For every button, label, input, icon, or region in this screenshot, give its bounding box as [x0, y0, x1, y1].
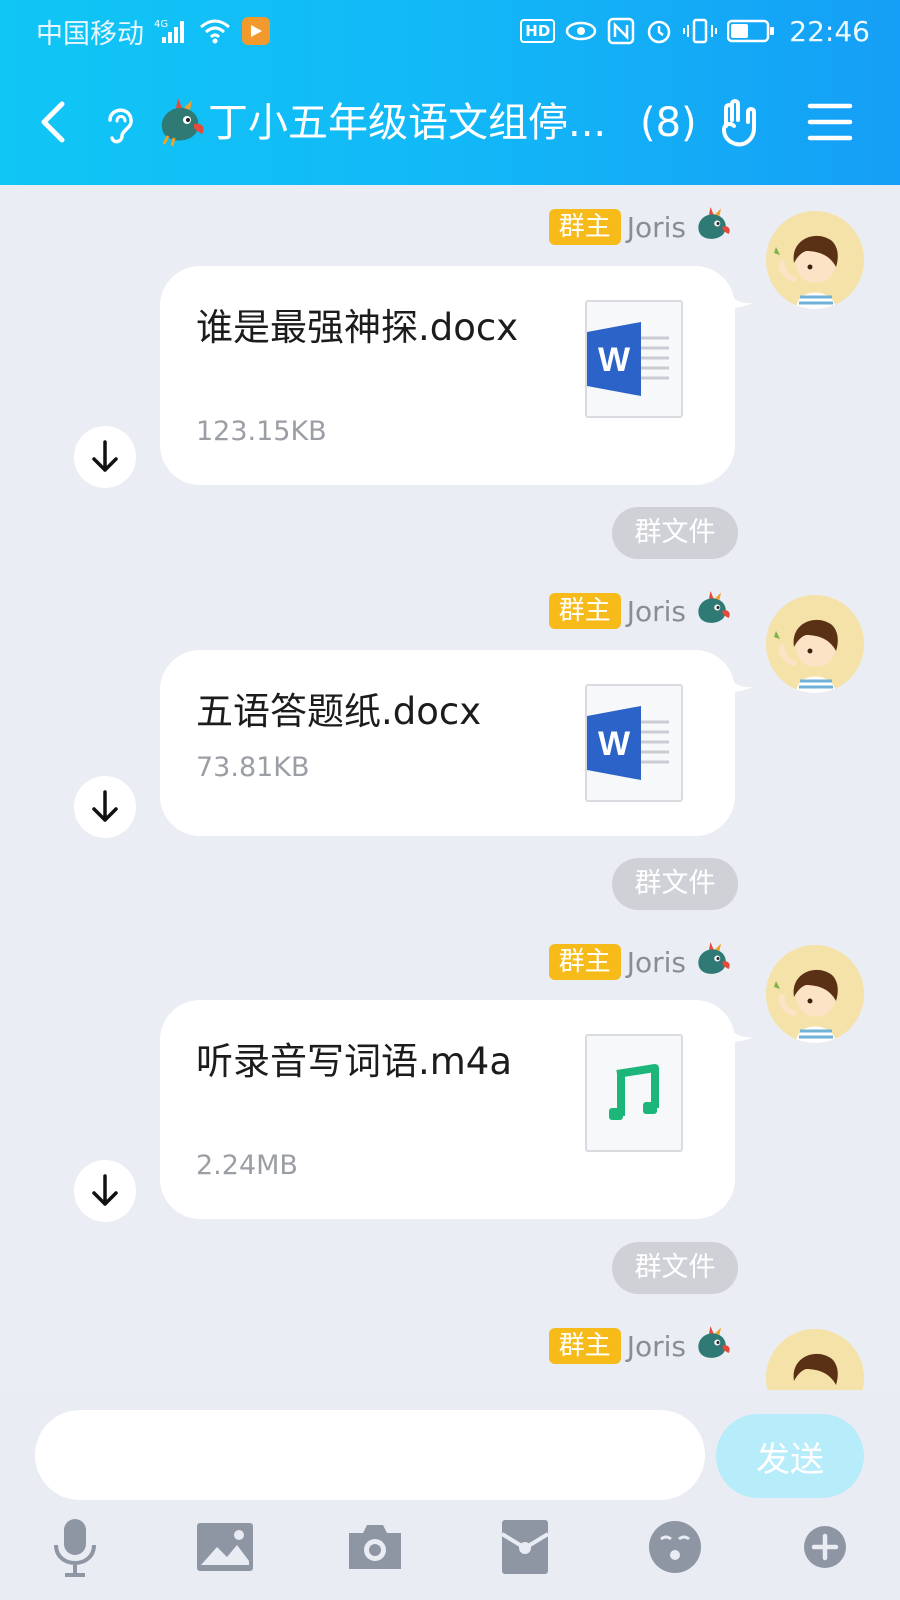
file-name: 五语答题纸.docx [196, 690, 482, 733]
download-arrow-icon [92, 790, 118, 822]
alarm-icon [645, 17, 673, 45]
file-message-bubble[interactable]: 听录音写词语.m4a 2.24MB [160, 1000, 735, 1219]
owner-badge: 群主 [548, 209, 621, 245]
image-icon[interactable] [190, 1512, 260, 1582]
nfc-icon [607, 17, 635, 45]
input-area: 发送 [0, 1390, 900, 1600]
avatar[interactable] [766, 945, 864, 1043]
clock-time: 22:46 [789, 14, 870, 48]
avatar[interactable] [766, 1329, 864, 1390]
chat-message-list[interactable]: 群主 Joris 谁是最强神探.docx 123.15KB W 群文件 群主 J… [0, 185, 900, 1390]
send-button[interactable]: 发送 [716, 1414, 864, 1498]
carrier-label: 中国移动 [36, 18, 144, 50]
file-name: 听录音写词语.m4a [196, 1040, 513, 1083]
file-size: 73.81KB [196, 752, 310, 783]
sender-name[interactable]: Joris [627, 211, 686, 244]
owner-badge: 群主 [548, 944, 621, 980]
hd-icon: HD [520, 19, 556, 43]
dragon-emblem-icon [692, 1326, 732, 1366]
back-arrow-icon[interactable] [30, 98, 78, 146]
header: 中国移动 4G HD 22:46 丁小五年级语文组停... (8) [0, 0, 900, 185]
download-button[interactable] [74, 1160, 136, 1222]
signal-icon: 4G [154, 17, 188, 45]
member-count: (8) [640, 100, 697, 146]
dragon-emblem-icon [692, 942, 732, 982]
dragon-emblem-icon [154, 98, 206, 147]
message-input[interactable] [35, 1410, 705, 1500]
download-arrow-icon [92, 440, 118, 472]
file-size: 2.24MB [196, 1150, 298, 1181]
owner-badge: 群主 [548, 1328, 621, 1364]
camera-icon[interactable] [340, 1512, 410, 1582]
bubble-tail [727, 1019, 753, 1042]
sender-row: 群主 Joris [548, 591, 732, 631]
nav-bar: 丁小五年级语文组停... (8) [0, 76, 900, 168]
download-button[interactable] [74, 426, 136, 488]
network-type-label: 4G [154, 19, 168, 30]
sender-row: 群主 Joris [548, 207, 732, 247]
avatar[interactable] [766, 211, 864, 309]
file-name: 谁是最强神探.docx [196, 306, 519, 349]
input-toolbar [0, 1512, 900, 1592]
vibrate-icon [683, 17, 718, 45]
dragon-emblem-icon [692, 591, 732, 631]
menu-icon[interactable] [806, 100, 854, 144]
group-file-tag[interactable]: 群文件 [612, 507, 738, 559]
group-file-tag[interactable]: 群文件 [612, 858, 738, 910]
ear-mode-icon[interactable] [100, 102, 140, 146]
bubble-tail [727, 669, 753, 692]
file-message-bubble[interactable]: 五语答题纸.docx 73.81KB W [160, 650, 735, 836]
svg-text:W: W [598, 341, 631, 379]
download-arrow-icon [92, 1174, 118, 1206]
music-file-icon [585, 1034, 683, 1152]
sender-name[interactable]: Joris [627, 595, 686, 628]
file-size: 123.15KB [196, 416, 327, 447]
red-packet-icon[interactable] [490, 1512, 560, 1582]
sender-row: 群主 Joris [548, 1326, 732, 1366]
download-button[interactable] [74, 776, 136, 838]
bubble-tail [727, 285, 753, 308]
chat-title[interactable]: 丁小五年级语文组停... [208, 98, 620, 148]
dragon-emblem-icon [692, 207, 732, 247]
word-document-icon: W [585, 300, 683, 418]
sender-row: 群主 Joris [548, 942, 732, 982]
hand-gesture-icon[interactable] [714, 96, 766, 148]
status-bar: 中国移动 4G HD 22:46 [0, 0, 900, 62]
app-notification-icon [242, 17, 270, 45]
file-message-bubble[interactable]: 谁是最强神探.docx 123.15KB W [160, 266, 735, 485]
owner-badge: 群主 [548, 593, 621, 629]
plus-icon[interactable] [790, 1512, 860, 1582]
avatar[interactable] [766, 595, 864, 693]
svg-text:W: W [598, 725, 631, 763]
eye-icon [565, 19, 597, 43]
battery-icon [727, 18, 775, 44]
sender-name[interactable]: Joris [627, 946, 686, 979]
group-file-tag[interactable]: 群文件 [612, 1242, 738, 1294]
sender-name[interactable]: Joris [627, 1330, 686, 1363]
word-document-icon: W [585, 684, 683, 802]
wifi-icon [198, 17, 232, 45]
microphone-icon[interactable] [40, 1512, 110, 1582]
emoji-icon[interactable] [640, 1512, 710, 1582]
